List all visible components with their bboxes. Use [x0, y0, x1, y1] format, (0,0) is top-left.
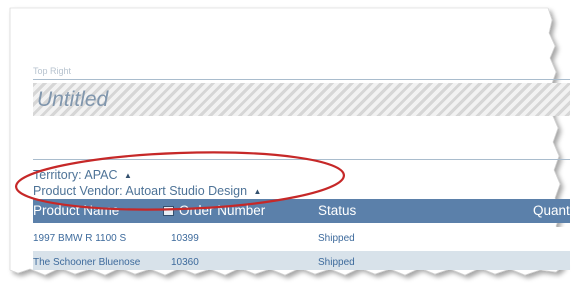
highlight-oval	[14, 151, 346, 211]
screenshot-sheet: Top Right Untitled Territory: APAC ▲ Pro…	[0, 0, 578, 289]
